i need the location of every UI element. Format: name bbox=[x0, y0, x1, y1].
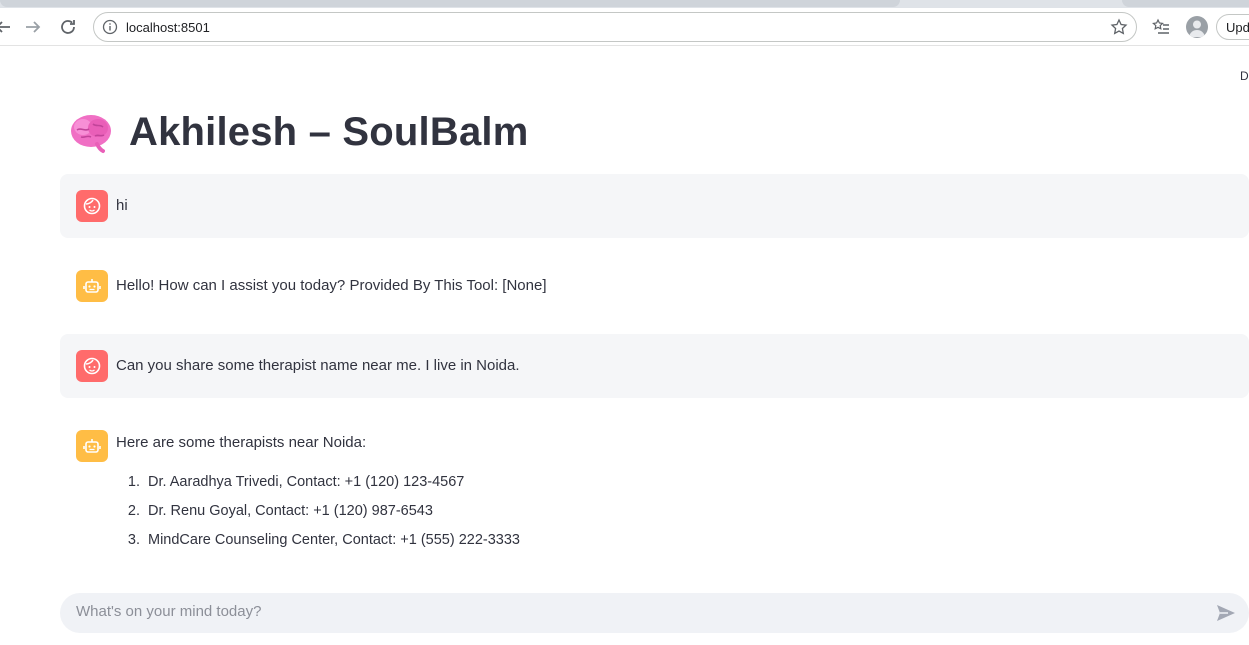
user-avatar-icon bbox=[76, 350, 108, 382]
list-item-number: 2. bbox=[127, 503, 140, 519]
brain-icon bbox=[71, 115, 111, 153]
url-text[interactable]: localhost:8501 bbox=[126, 20, 210, 35]
message-text: Hello! How can I assist you today? Provi… bbox=[116, 277, 547, 294]
reading-list-icon[interactable] bbox=[1150, 16, 1172, 38]
list-item: 2. Dr. Renu Goyal, Contact: +1 (120) 987… bbox=[116, 503, 520, 532]
tab-strip bbox=[0, 0, 1249, 8]
active-tab-edge[interactable] bbox=[0, 0, 900, 7]
message-text: Here are some therapists near Noida: bbox=[116, 434, 367, 451]
page-title: Akhilesh – SoulBalm bbox=[129, 109, 529, 154]
assistant-avatar-icon bbox=[76, 270, 108, 302]
chat-message-assistant: Hello! How can I assist you today? Provi… bbox=[60, 254, 1249, 318]
site-info-icon[interactable] bbox=[102, 19, 118, 35]
back-icon[interactable] bbox=[0, 16, 14, 38]
user-avatar-icon bbox=[76, 190, 108, 222]
chat-input-container bbox=[60, 593, 1249, 633]
update-button[interactable]: Upd bbox=[1216, 14, 1249, 40]
profile-avatar-icon[interactable] bbox=[1186, 16, 1208, 38]
list-item-text: Dr. Renu Goyal, Contact: +1 (120) 987-65… bbox=[148, 503, 433, 519]
deploy-button[interactable]: De bbox=[1240, 69, 1249, 83]
address-bar[interactable]: localhost:8501 bbox=[93, 12, 1137, 42]
chat-message-user: hi bbox=[60, 174, 1249, 238]
list-item-text: Dr. Aaradhya Trivedi, Contact: +1 (120) … bbox=[148, 474, 465, 490]
assistant-avatar-icon bbox=[76, 430, 108, 462]
chat-message-user: Can you share some therapist name near m… bbox=[60, 334, 1249, 398]
list-item-number: 3. bbox=[127, 532, 140, 548]
browser-toolbar: localhost:8501 Upd bbox=[0, 8, 1249, 46]
message-text: hi bbox=[116, 197, 128, 214]
list-item-number: 1. bbox=[127, 474, 140, 490]
bookmark-star-icon[interactable] bbox=[1110, 18, 1128, 36]
list-item: 1. Dr. Aaradhya Trivedi, Contact: +1 (12… bbox=[116, 474, 520, 503]
send-icon[interactable] bbox=[1215, 602, 1237, 624]
inactive-tab-edge[interactable] bbox=[1122, 0, 1249, 7]
reload-icon[interactable] bbox=[57, 16, 79, 38]
forward-icon[interactable] bbox=[22, 16, 44, 38]
chat-input[interactable] bbox=[76, 603, 1176, 620]
list-item-text: MindCare Counseling Center, Contact: +1 … bbox=[148, 532, 520, 548]
title-row: Akhilesh – SoulBalm bbox=[67, 104, 528, 160]
list-item: 3. MindCare Counseling Center, Contact: … bbox=[116, 532, 520, 561]
message-text: Can you share some therapist name near m… bbox=[116, 357, 520, 374]
therapist-list: 1. Dr. Aaradhya Trivedi, Contact: +1 (12… bbox=[116, 474, 520, 561]
